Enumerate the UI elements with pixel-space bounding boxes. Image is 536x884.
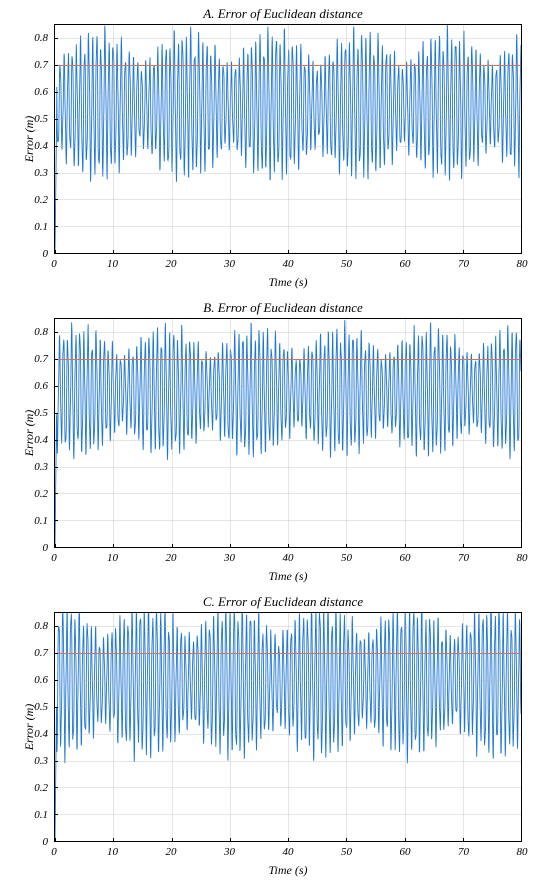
x-tick-label: 10 [107,258,118,270]
x-tick-label: 30 [224,258,235,270]
x-tick-label: 40 [283,552,294,564]
x-axis: Time (s) 01020304050607080 [54,842,522,882]
y-tick-label: 0.1 [34,515,48,527]
x-tick-label: 10 [107,552,118,564]
y-tick-label: 0.2 [34,194,48,206]
y-tick-label: 0.8 [34,326,48,338]
y-tick-label: 0.3 [34,461,48,473]
x-tick-label: 0 [51,258,57,270]
grid-line [113,613,114,841]
grid-line [463,25,464,253]
plot-area [54,612,522,842]
grid-line [230,613,231,841]
grid-line [346,319,347,547]
y-axis: Error (m) 00.10.20.30.40.50.60.70.8 [0,612,54,842]
y-tick-label: 0.7 [34,647,48,659]
y-tick-label: 0 [43,542,49,554]
y-tick-label: 0.6 [34,674,48,686]
grid-line [230,319,231,547]
x-tick-label: 50 [341,846,352,858]
chart-title: B. Error of Euclidean distance [0,294,536,316]
y-tick-label: 0.1 [34,221,48,233]
y-tick-label: 0 [43,248,49,260]
x-tick-label: 80 [517,258,528,270]
x-axis-label: Time (s) [269,863,308,878]
y-tick-label: 0.4 [34,728,48,740]
y-tick-label: 0.4 [34,434,48,446]
y-tick-label: 0.1 [34,809,48,821]
x-tick-label: 40 [283,846,294,858]
chart-b: B. Error of Euclidean distance Error (m)… [0,294,536,588]
x-tick-label: 50 [341,258,352,270]
y-tick-label: 0.2 [34,488,48,500]
y-tick-label: 0.3 [34,167,48,179]
x-tick-label: 20 [166,846,177,858]
y-tick-label: 0.5 [34,701,48,713]
grid-line [346,613,347,841]
plot-area [54,24,522,254]
chart-title: A. Error of Euclidean distance [0,0,536,22]
y-tick-label: 0.7 [34,353,48,365]
y-axis: Error (m) 00.10.20.30.40.50.60.70.8 [0,24,54,254]
y-tick-label: 0.2 [34,782,48,794]
grid-line [405,613,406,841]
x-tick-label: 50 [341,552,352,564]
x-tick-label: 60 [400,552,411,564]
grid-line [463,319,464,547]
grid-line [288,25,289,253]
x-tick-label: 0 [51,552,57,564]
grid-line [172,319,173,547]
y-tick-label: 0.7 [34,59,48,71]
x-tick-label: 70 [458,552,469,564]
grid-line [346,25,347,253]
x-axis-label: Time (s) [269,275,308,290]
y-tick-label: 0.8 [34,620,48,632]
x-axis-label: Time (s) [269,569,308,584]
x-axis: Time (s) 01020304050607080 [54,254,522,294]
grid-line [172,613,173,841]
grid-line [113,319,114,547]
y-tick-label: 0.4 [34,140,48,152]
x-axis: Time (s) 01020304050607080 [54,548,522,588]
y-tick-label: 0.5 [34,407,48,419]
y-tick-label: 0.6 [34,86,48,98]
chart-a: A. Error of Euclidean distance Error (m)… [0,0,536,294]
x-tick-label: 70 [458,258,469,270]
x-tick-label: 70 [458,846,469,858]
grid-line [230,25,231,253]
grid-line [405,25,406,253]
x-tick-label: 60 [400,258,411,270]
x-tick-label: 80 [517,552,528,564]
grid-line [288,319,289,547]
y-tick-label: 0.8 [34,32,48,44]
plot-area [54,318,522,548]
chart-title: C. Error of Euclidean distance [0,588,536,610]
grid-line [113,25,114,253]
chart-c: C. Error of Euclidean distance Error (m)… [0,588,536,882]
grid-line [405,319,406,547]
x-tick-label: 0 [51,846,57,858]
y-tick-label: 0.3 [34,755,48,767]
x-tick-label: 80 [517,846,528,858]
y-tick-label: 0.6 [34,380,48,392]
x-tick-label: 10 [107,846,118,858]
grid-line [288,613,289,841]
y-tick-label: 0 [43,836,49,848]
x-tick-label: 20 [166,258,177,270]
x-tick-label: 40 [283,258,294,270]
x-tick-label: 20 [166,552,177,564]
grid-line [463,613,464,841]
y-axis: Error (m) 00.10.20.30.40.50.60.70.8 [0,318,54,548]
x-tick-label: 30 [224,846,235,858]
y-tick-label: 0.5 [34,113,48,125]
x-tick-label: 60 [400,846,411,858]
x-tick-label: 30 [224,552,235,564]
grid-line [172,25,173,253]
